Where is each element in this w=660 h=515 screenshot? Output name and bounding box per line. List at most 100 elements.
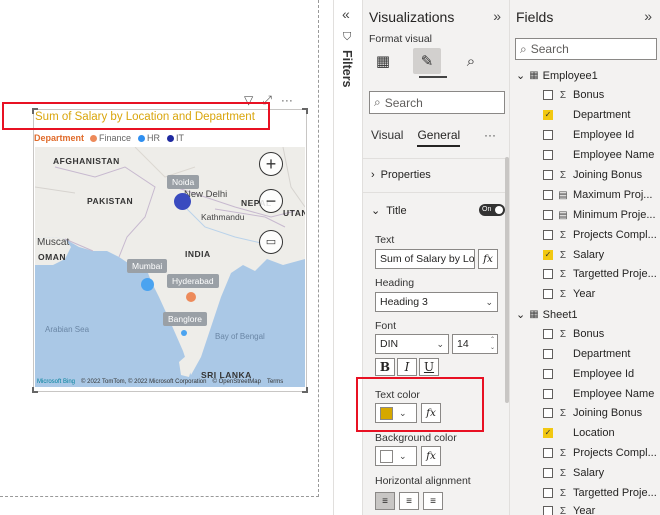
format-visual-icon[interactable]: ✎ (413, 48, 441, 74)
field-sheet1-employee-name[interactable]: Employee Name (543, 388, 657, 400)
field-sheet1-location[interactable]: ✓ Location (543, 427, 657, 439)
map-label-kathmandu: Kathmandu (201, 212, 245, 222)
map-label-bhutan: UTAN (283, 208, 305, 218)
field-employee1-minimum-projects[interactable]: ▤ Minimum Proje... (543, 209, 657, 221)
map-label-muscat: Muscat (37, 237, 70, 248)
field-sheet1-joining-bonus[interactable]: Σ Joining Bonus (543, 407, 657, 419)
align-center-icon[interactable]: ≡ (399, 492, 419, 510)
map-style-button[interactable]: ▭ (259, 230, 283, 254)
background-color-fx-button[interactable]: fx (421, 446, 441, 466)
visualizations-pane: Visualizations » Format visual ▦ ✎ ⌕ ⌕ S… (362, 0, 510, 515)
visual-title: Sum of Salary by Location and Department (35, 111, 255, 123)
table-sheet1[interactable]: ⌄ ▦ Sheet1 (516, 308, 578, 322)
build-visual-icon[interactable]: ▦ (369, 48, 397, 74)
map-label-oman: OMAN (38, 252, 66, 262)
align-left-icon[interactable]: ≡ (375, 492, 395, 510)
field-sheet1-bonus[interactable]: Σ Bonus (543, 328, 657, 340)
map-label-afghanistan: AFGHANISTAN (53, 156, 120, 166)
legend-item-it[interactable]: IT (167, 133, 184, 143)
table-icon: ▦ (529, 309, 539, 320)
table-icon: ▦ (529, 70, 539, 81)
report-canvas: ▽ ⤢ ··· Sum of Salary by Location and De… (0, 0, 333, 515)
more-options-icon[interactable]: ··· (484, 128, 496, 142)
field-sheet1-targetted-projects[interactable]: Σ Targetted Proje... (543, 487, 657, 499)
horizontal-alignment-label: Horizontal alignment (375, 475, 471, 487)
sigma-icon: Σ (559, 169, 567, 181)
field-employee1-employee-name[interactable]: Employee Name (543, 149, 657, 161)
map-legend: Department Finance HR IT (34, 133, 187, 143)
field-sheet1-department[interactable]: Department (543, 348, 657, 360)
collapse-fields-icon[interactable]: » (644, 8, 652, 24)
chevron-down-icon: ⌄ (371, 205, 381, 217)
filters-label[interactable]: Filters (340, 50, 354, 88)
map-copyright: © 2022 TomTom, © 2022 Microsoft Corporat… (81, 379, 207, 385)
canvas-boundary (318, 0, 319, 497)
title-section[interactable]: ⌄ Title (371, 204, 407, 218)
heading-label: Heading (375, 277, 415, 289)
field-employee1-employee-id[interactable]: Employee Id (543, 129, 657, 141)
title-toggle[interactable]: On (479, 204, 505, 216)
more-options-icon[interactable]: ··· (281, 94, 293, 106)
tab-visual[interactable]: Visual (371, 128, 403, 147)
fields-search-input[interactable]: ⌕ Search (515, 38, 657, 60)
text-color-highlight-box (356, 377, 484, 432)
bubble-banglore[interactable] (181, 330, 187, 336)
title-text-fx-button[interactable]: fx (478, 249, 498, 269)
expand-filters-icon[interactable]: « (342, 6, 350, 22)
format-tabs: Visual General (371, 128, 461, 147)
field-sheet1-salary[interactable]: Σ Salary (543, 467, 657, 479)
legend-item-finance[interactable]: Finance (90, 133, 131, 143)
font-size-stepper[interactable]: 14 ⌃ ⌄ (452, 334, 498, 354)
collapse-visualizations-icon[interactable]: » (493, 8, 501, 24)
underline-button[interactable]: U (419, 358, 439, 376)
sigma-icon: Σ (559, 447, 567, 459)
bold-button[interactable]: B (375, 358, 395, 376)
terms-link[interactable]: Terms (267, 379, 283, 385)
font-family-select[interactable]: DIN ⌄ (375, 334, 449, 354)
field-employee1-joining-bonus[interactable]: Σ Joining Bonus (543, 169, 657, 181)
heading-select[interactable]: Heading 3 ⌄ (375, 292, 498, 312)
filters-pane-collapsed[interactable]: « ⛉ Filters (333, 0, 362, 515)
table-employee1[interactable]: ⌄ ▦ Employee1 (516, 69, 598, 83)
map-area[interactable]: AFGHANISTAN PAKISTAN NEPAL Kathmandu New… (35, 147, 305, 387)
bing-logo: Microsoft Bing (37, 379, 76, 385)
zoom-out-button[interactable]: − (259, 189, 283, 213)
sigma-icon: Σ (559, 249, 567, 261)
field-sheet1-year[interactable]: Σ Year (543, 505, 657, 515)
calculator-icon: ▤ (558, 189, 568, 201)
field-employee1-year[interactable]: Σ Year (543, 288, 657, 300)
visualizations-title: Visualizations (369, 9, 455, 25)
field-employee1-targetted-projects[interactable]: Σ Targetted Proje... (543, 268, 657, 280)
properties-section[interactable]: › Properties (371, 169, 431, 181)
legend-item-hr[interactable]: HR (138, 133, 160, 143)
italic-button[interactable]: I (397, 358, 417, 376)
search-icon: ⌕ (520, 41, 527, 56)
format-search-input[interactable]: ⌕ Search (369, 91, 505, 114)
map-label-arabian-sea: Arabian Sea (45, 325, 90, 334)
field-employee1-bonus[interactable]: Σ Bonus (543, 89, 657, 101)
field-employee1-projects-completed[interactable]: Σ Projects Compl... (543, 229, 657, 241)
field-sheet1-employee-id[interactable]: Employee Id (543, 368, 657, 380)
fields-pane: Fields » ⌕ Search ⌄ ▦ Employee1 Σ Bonus ✓… (509, 0, 660, 515)
field-employee1-maximum-projects[interactable]: ▤ Maximum Proj... (543, 189, 657, 201)
sigma-icon: Σ (559, 268, 567, 280)
canvas-boundary-bottom (0, 496, 319, 497)
city-tag-banglore: Banglore (163, 312, 208, 326)
format-tab-indicator (419, 76, 447, 78)
bubble-mumbai[interactable] (141, 278, 154, 291)
align-right-icon[interactable]: ≡ (423, 492, 443, 510)
field-employee1-department[interactable]: ✓ Department (543, 109, 657, 121)
field-employee1-salary[interactable]: ✓ Σ Salary (543, 249, 657, 261)
osm-link[interactable]: © OpenStreetMap (212, 379, 260, 385)
analytics-icon[interactable]: ⌕ (457, 48, 485, 74)
map-label-bay-of-bengal: Bay of Bengal (215, 332, 265, 341)
chevron-down-icon: ⌄ (436, 338, 444, 349)
bubble-noida[interactable] (174, 193, 191, 210)
tab-general[interactable]: General (417, 128, 461, 147)
bubble-hyderabad[interactable] (186, 292, 196, 302)
field-sheet1-projects-completed[interactable]: Σ Projects Compl... (543, 447, 657, 459)
zoom-in-button[interactable]: + (259, 152, 283, 176)
background-color-picker[interactable]: ⌄ (375, 446, 417, 466)
sigma-icon: Σ (559, 89, 567, 101)
title-text-input[interactable]: Sum of Salary by Location and Department (375, 249, 475, 269)
